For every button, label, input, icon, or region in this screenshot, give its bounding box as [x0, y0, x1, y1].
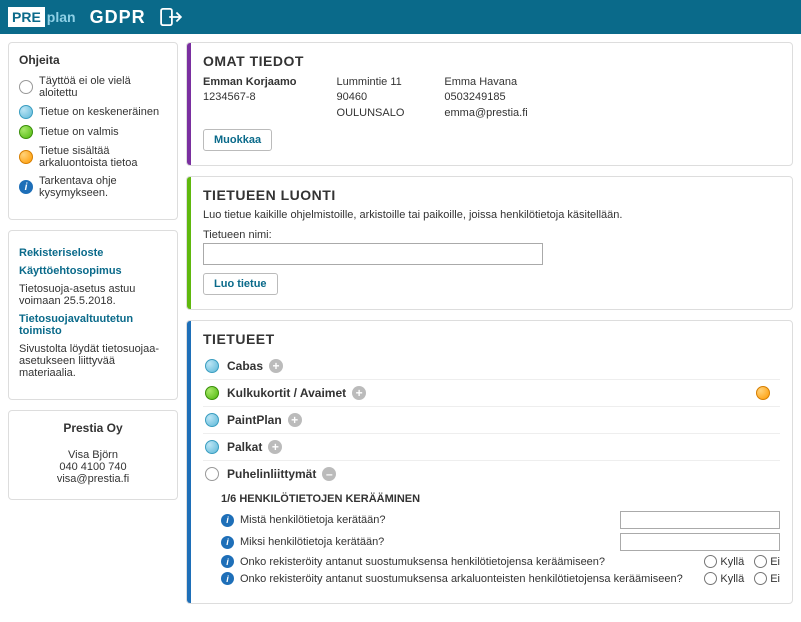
create-title: TIETUEEN LUONTI [203, 187, 780, 203]
record-name-label: Tietueen nimi: [203, 229, 780, 241]
record-row-paintplan[interactable]: PaintPlan + [203, 406, 780, 433]
own-col-contact: Emma Havana 0503249185 emma@prestia.fi [444, 75, 527, 121]
status-dot-blue [19, 105, 33, 119]
status-dot-blue [205, 440, 219, 454]
main-content: OMAT TIEDOT Emman Korjaamo 1234567-8 Lum… [186, 34, 801, 622]
own-col-company: Emman Korjaamo 1234567-8 [203, 75, 297, 121]
logo-pre: PRE [8, 7, 45, 27]
question-row-4: i Onko rekisteröity antanut suostumuksen… [221, 572, 780, 585]
expand-icon[interactable]: + [269, 359, 283, 373]
collapse-icon[interactable]: – [322, 467, 336, 481]
expand-icon[interactable]: + [268, 440, 282, 454]
legend-ready: Tietue on valmis [19, 125, 167, 139]
contact-phone: 040 4100 740 [19, 461, 167, 473]
status-dot-white [205, 467, 219, 481]
radio-yes-4[interactable]: Kyllä [704, 572, 744, 585]
create-record-button[interactable]: Luo tietue [203, 273, 278, 295]
record-row-cabas[interactable]: Cabas + [203, 353, 780, 379]
status-dot-green [205, 386, 219, 400]
expand-icon[interactable]: + [352, 386, 366, 400]
question-row-2: i Miksi henkilötietoja kerätään? [221, 533, 780, 551]
radio-no-3[interactable]: Ei [754, 555, 780, 568]
record-row-kulkukortit[interactable]: Kulkukortit / Avaimet + [203, 379, 780, 406]
answer-input-1[interactable] [620, 511, 780, 529]
contact-panel: Prestia Oy Visa Björn 040 4100 740 visa@… [8, 410, 178, 500]
sivustolta-text: Sivustolta löydät tietosuojaa-asetukseen… [19, 343, 167, 379]
edit-button[interactable]: Muokkaa [203, 129, 272, 151]
link-rekisteriseloste[interactable]: Rekisteriseloste [19, 247, 167, 259]
own-info-card: OMAT TIEDOT Emman Korjaamo 1234567-8 Lum… [186, 42, 793, 166]
radio-no-4[interactable]: Ei [754, 572, 780, 585]
legend-sensitive: Tietue sisältää arkaluontoista tietoa [19, 145, 167, 169]
question-row-3: i Onko rekisteröity antanut suostumuksen… [221, 555, 780, 568]
info-icon[interactable]: i [221, 514, 234, 527]
legend-not-started: Täyttöä ei ole vielä aloitettu [19, 75, 167, 99]
info-icon[interactable]: i [221, 555, 234, 568]
sidebar: Ohjeita Täyttöä ei ole vielä aloitettu T… [0, 34, 186, 622]
contact-name: Visa Björn [19, 449, 167, 461]
contact-email: visa@prestia.fi [19, 473, 167, 485]
status-dot-orange [19, 150, 33, 164]
question-row-1: i Mistä henkilötietoja kerätään? [221, 511, 780, 529]
status-dot-white [19, 80, 33, 94]
link-kayttoehto[interactable]: Käyttöehtosopimus [19, 265, 167, 277]
help-title: Ohjeita [19, 53, 167, 67]
records-title: TIETUEET [203, 331, 780, 347]
create-record-card: TIETUEEN LUONTI Luo tietue kaikille ohje… [186, 176, 793, 310]
info-icon[interactable]: i [221, 536, 234, 549]
sensitive-badge-icon [756, 386, 770, 400]
topbar: PRE plan GDPR [0, 0, 801, 34]
logo-plan: plan [47, 9, 76, 25]
record-row-puhelin[interactable]: Puhelinliittymät – [203, 460, 780, 487]
contact-company: Prestia Oy [19, 421, 167, 435]
help-panel: Ohjeita Täyttöä ei ole vielä aloitettu T… [8, 42, 178, 220]
expand-icon[interactable]: + [288, 413, 302, 427]
records-card: TIETUEET Cabas + Kulkukortit / Avaimet +… [186, 320, 793, 604]
questions-section-title: 1/6 HENKILÖTIETOJEN KERÄÄMINEN [221, 493, 780, 505]
link-valtuutettu[interactable]: Tietosuojavaltuutetun toimisto [19, 313, 167, 337]
info-icon: i [19, 180, 33, 194]
page-title: GDPR [90, 7, 146, 28]
create-hint: Luo tietue kaikille ohjelmistoille, arki… [203, 209, 780, 221]
answer-input-2[interactable] [620, 533, 780, 551]
legend-in-progress: Tietue on keskeneräinen [19, 105, 167, 119]
record-name-input[interactable] [203, 243, 543, 265]
record-row-palkat[interactable]: Palkat + [203, 433, 780, 460]
info-icon[interactable]: i [221, 572, 234, 585]
legend-info: iTarkentava ohje kysymykseen. [19, 175, 167, 199]
links-panel: Rekisteriseloste Käyttöehtosopimus Tieto… [8, 230, 178, 400]
status-dot-blue [205, 413, 219, 427]
tietosuoja-date-text: Tietosuoja-asetus astuu voimaan 25.5.201… [19, 283, 167, 307]
own-col-address: Lummintie 11 90460 OULUNSALO [337, 75, 405, 121]
status-dot-green [19, 125, 33, 139]
status-dot-blue [205, 359, 219, 373]
own-info-title: OMAT TIEDOT [203, 53, 780, 69]
logout-icon[interactable] [160, 8, 182, 26]
radio-yes-3[interactable]: Kyllä [704, 555, 744, 568]
